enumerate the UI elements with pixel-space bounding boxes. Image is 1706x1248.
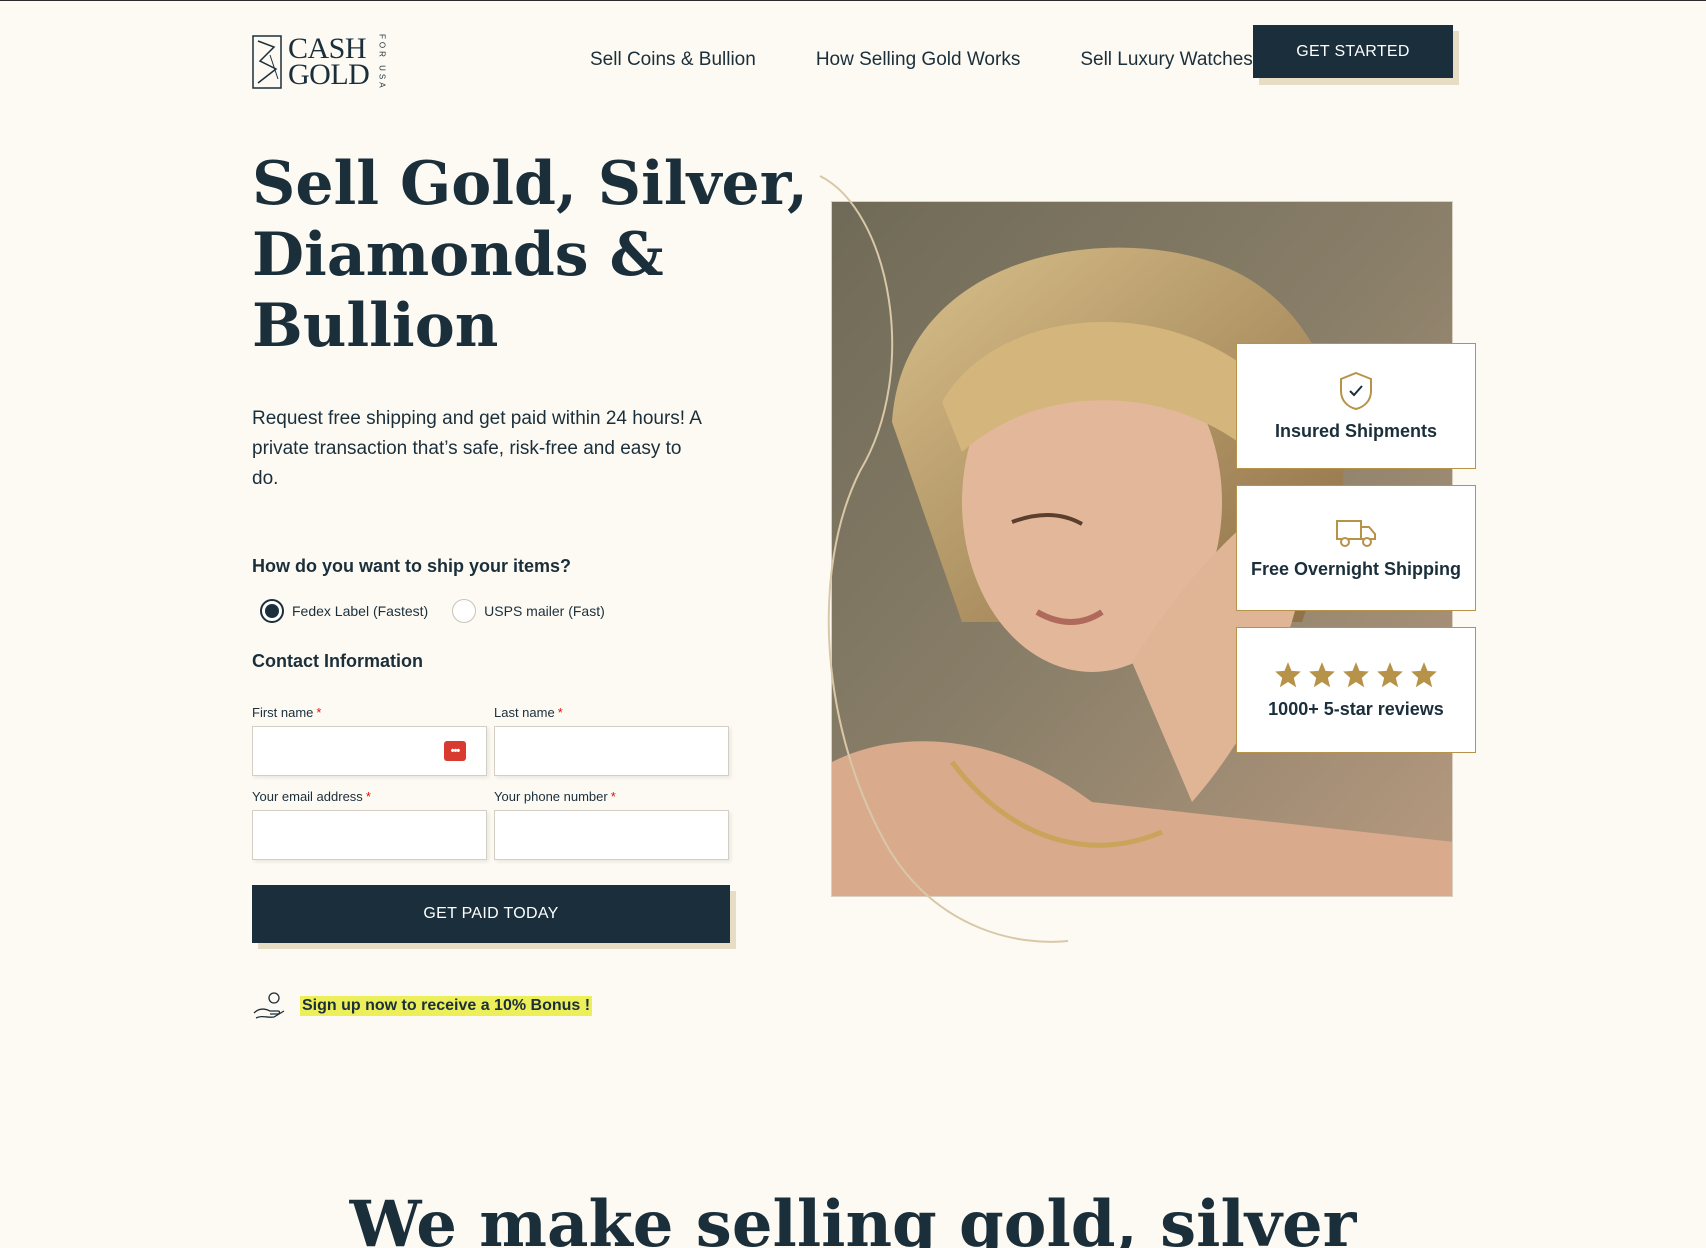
last-name-input[interactable] xyxy=(494,726,729,776)
badge-label-insured: Insured Shipments xyxy=(1274,420,1438,441)
get-paid-button[interactable]: GET PAID TODAY xyxy=(252,885,730,943)
badge-free-shipping: Free Overnight Shipping xyxy=(1236,485,1476,611)
decorative-arc xyxy=(819,175,1069,943)
phone-field: Your phone number * xyxy=(494,789,729,860)
email-label: Your email address * xyxy=(252,789,487,804)
logo-mark-icon xyxy=(252,35,282,90)
badge-label-shipping: Free Overnight Shipping xyxy=(1250,558,1461,579)
section-heading: We make selling gold, silver xyxy=(349,1187,1357,1248)
contact-heading: Contact Information xyxy=(252,651,423,671)
badge-label-reviews: 1000+ 5-star reviews xyxy=(1268,698,1444,719)
last-name-label-text: Last name xyxy=(494,705,555,720)
hero-subtitle: Request free shipping and get paid withi… xyxy=(252,408,701,489)
phone-label: Your phone number * xyxy=(494,789,729,804)
bonus-text: Sign up now to receive a 10% Bonus ! xyxy=(300,996,593,1016)
email-input[interactable] xyxy=(252,810,487,860)
radio-fedex[interactable]: Fedex Label (Fastest) xyxy=(260,599,428,623)
password-manager-icon[interactable]: ••• xyxy=(444,741,466,761)
phone-input[interactable] xyxy=(494,810,729,860)
email-label-text: Your email address xyxy=(252,789,363,804)
get-started-button-wrap: GET STARTED xyxy=(1253,25,1459,85)
ship-method-options: Fedex Label (Fastest) USPS mailer (Fast) xyxy=(260,599,605,623)
logo-wordmark: CASH GOLD xyxy=(288,34,370,92)
required-mark: * xyxy=(557,705,563,720)
star-icon xyxy=(1377,661,1403,687)
star-rating xyxy=(1274,661,1438,689)
get-started-button[interactable]: GET STARTED xyxy=(1253,25,1453,78)
radio-button-unchecked[interactable] xyxy=(452,599,477,623)
required-mark: * xyxy=(316,705,322,720)
nav-link-how-selling-works[interactable]: How Selling Gold Works xyxy=(816,49,1021,71)
email-field: Your email address * xyxy=(252,789,487,860)
nav-link-sell-coins[interactable]: Sell Coins & Bullion xyxy=(590,49,756,71)
badge-reviews: 1000+ 5-star reviews xyxy=(1236,627,1476,753)
first-name-field: First name * ••• xyxy=(252,705,487,776)
radio-usps[interactable]: USPS mailer (Fast) xyxy=(452,599,605,623)
required-mark: * xyxy=(365,789,371,804)
last-name-label: Last name * xyxy=(494,705,729,720)
radio-dot xyxy=(265,604,279,618)
main-nav: Sell Coins & Bullion How Selling Gold Wo… xyxy=(590,49,1253,71)
radio-button-checked[interactable] xyxy=(260,599,284,623)
hand-coin-icon xyxy=(253,992,285,1019)
ship-method-question: How do you want to ship your items? xyxy=(252,556,572,576)
first-name-label: First name * xyxy=(252,705,487,720)
required-mark: * xyxy=(610,789,616,804)
nav-link-sell-watches[interactable]: Sell Luxury Watches xyxy=(1080,49,1252,71)
submit-wrap: GET PAID TODAY xyxy=(252,885,736,949)
star-icon xyxy=(1343,661,1369,687)
first-name-input[interactable]: ••• xyxy=(252,726,487,776)
star-icon xyxy=(1309,661,1335,687)
hero-title: Sell Gold, Silver, Diamonds & Bullion xyxy=(252,149,808,361)
logo-text-bottom: GOLD xyxy=(288,58,370,92)
badge-insured-shipments: Insured Shipments xyxy=(1236,343,1476,469)
star-icon xyxy=(1275,661,1301,687)
delivery-truck-icon xyxy=(1336,519,1376,547)
logo-text-side: FOR USA xyxy=(377,34,387,91)
first-name-label-text: First name xyxy=(252,705,314,720)
star-icon xyxy=(1411,661,1437,687)
last-name-field: Last name * xyxy=(494,705,729,776)
radio-label-usps: USPS mailer (Fast) xyxy=(484,603,605,619)
page: CASH GOLD FOR USA Sell Coins & Bullion H… xyxy=(0,1,1706,1248)
shield-check-icon xyxy=(1340,371,1372,410)
radio-label-fedex: Fedex Label (Fastest) xyxy=(292,603,429,619)
brand-logo[interactable]: CASH GOLD FOR USA xyxy=(252,34,395,91)
phone-label-text: Your phone number xyxy=(494,789,608,804)
bonus-callout: Sign up now to receive a 10% Bonus ! xyxy=(252,991,593,1021)
